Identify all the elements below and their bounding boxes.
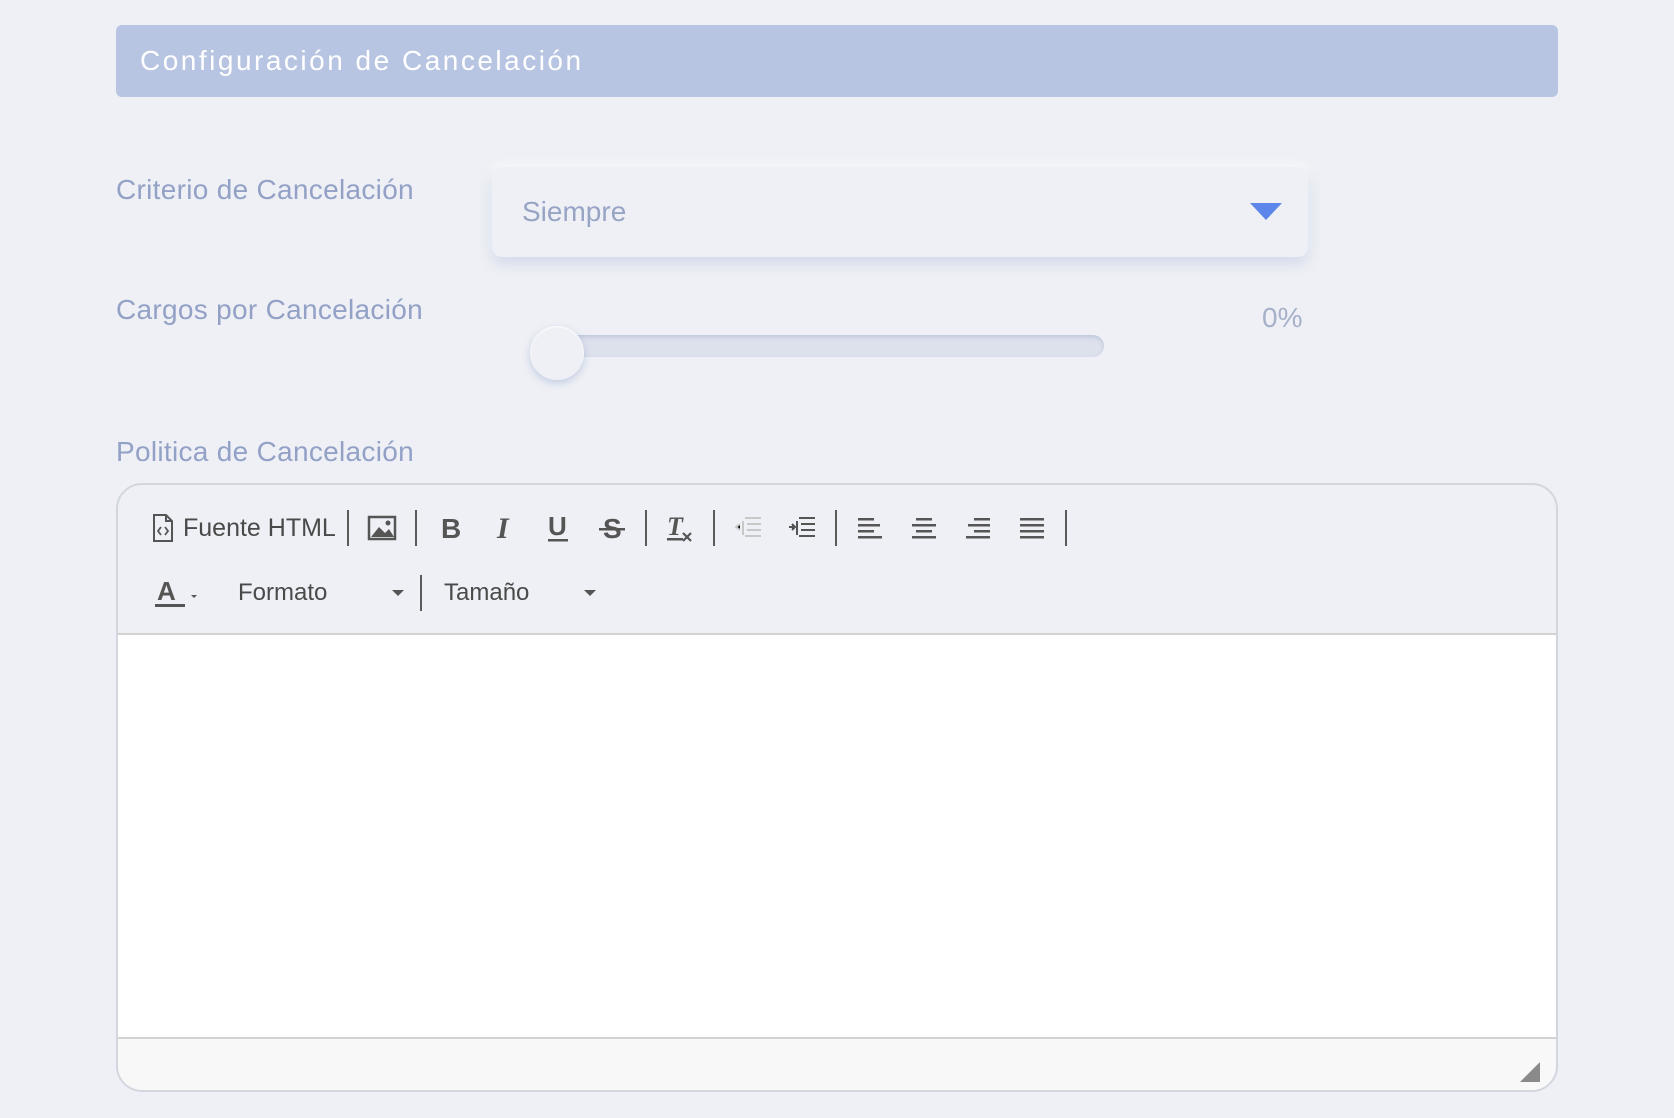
- text-color-icon: A: [155, 576, 197, 607]
- rich-text-editor: Fuente HTML B I U T A Formato Tamaño: [116, 483, 1558, 1092]
- toolbar-separator: [712, 510, 715, 546]
- outdent-icon: [734, 517, 761, 537]
- align-center-icon: [911, 518, 936, 539]
- toolbar-row-1: Fuente HTML B I U T: [146, 503, 1073, 553]
- svg-text:A: A: [157, 576, 176, 606]
- svg-text:I: I: [496, 514, 510, 542]
- align-justify-icon: [1019, 518, 1044, 539]
- align-left-button[interactable]: [848, 506, 892, 550]
- resize-handle-icon[interactable]: [1520, 1062, 1540, 1082]
- section-header: Configuración de Cancelación: [116, 25, 1558, 97]
- criterio-selected-value: Siempre: [522, 196, 627, 227]
- clear-format-button[interactable]: T: [658, 506, 702, 550]
- editor-footer: [118, 1037, 1556, 1090]
- clear-format-icon: T: [666, 513, 692, 542]
- toolbar-separator: [414, 510, 417, 546]
- section-title: Configuración de Cancelación: [140, 45, 584, 76]
- indent-button[interactable]: [780, 506, 824, 550]
- toolbar-separator: [1064, 510, 1067, 546]
- toolbar-separator: [644, 510, 647, 546]
- cargos-slider-value: 0%: [1262, 302, 1303, 333]
- underline-button[interactable]: U: [536, 506, 580, 550]
- italic-button[interactable]: I: [482, 506, 526, 550]
- criterio-select[interactable]: Siempre: [492, 167, 1308, 257]
- toolbar-separator: [420, 575, 422, 611]
- outdent-button[interactable]: [726, 506, 770, 550]
- insert-image-button[interactable]: [360, 506, 404, 550]
- align-right-icon: [965, 518, 990, 539]
- indent-icon: [788, 517, 815, 537]
- align-left-icon: [857, 518, 882, 539]
- strikethrough-button[interactable]: S: [590, 506, 634, 550]
- image-icon: [367, 515, 397, 541]
- cargos-label: Cargos por Cancelación: [116, 294, 423, 325]
- size-dropdown-label: Tamaño: [444, 579, 530, 606]
- cargos-slider-thumb[interactable]: [530, 326, 584, 380]
- underline-icon: U: [547, 513, 568, 542]
- size-dropdown[interactable]: Tamaño: [444, 571, 596, 615]
- chevron-down-icon: [392, 590, 404, 596]
- format-dropdown-label: Formato: [238, 579, 328, 606]
- toolbar-separator: [346, 510, 349, 546]
- criterio-label: Criterio de Cancelación: [116, 174, 414, 205]
- toolbar-row-2: A Formato Tamaño: [146, 568, 596, 618]
- svg-text:T: T: [667, 513, 684, 541]
- align-justify-button[interactable]: [1010, 506, 1054, 550]
- format-dropdown[interactable]: Formato: [238, 571, 404, 615]
- strikethrough-icon: S: [598, 513, 625, 543]
- bold-button[interactable]: B: [428, 506, 472, 550]
- editor-toolbar: Fuente HTML B I U T A Formato Tamaño: [118, 485, 1556, 635]
- source-icon: [153, 514, 173, 542]
- svg-text:U: U: [548, 513, 567, 541]
- align-right-button[interactable]: [956, 506, 1000, 550]
- bold-icon: B: [441, 514, 461, 542]
- italic-icon: I: [496, 514, 510, 542]
- align-center-button[interactable]: [902, 506, 946, 550]
- editor-content-area[interactable]: [118, 635, 1556, 1037]
- source-html-button[interactable]: Fuente HTML: [151, 506, 336, 550]
- chevron-down-icon: [584, 590, 596, 596]
- text-color-button[interactable]: A: [151, 571, 207, 615]
- dropdown-arrow-icon[interactable]: [1250, 203, 1282, 220]
- toolbar-separator: [834, 510, 837, 546]
- svg-text:B: B: [441, 514, 461, 542]
- cargos-slider-track[interactable]: [532, 335, 1104, 357]
- politica-label: Politica de Cancelación: [116, 436, 414, 467]
- source-html-label: Fuente HTML: [183, 513, 336, 542]
